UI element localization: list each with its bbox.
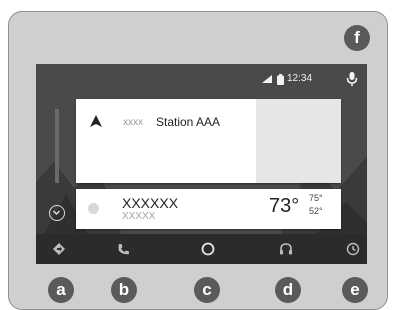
exit-icon bbox=[346, 242, 360, 256]
navigation-card[interactable]: xxxx Station AAA bbox=[76, 99, 341, 183]
callout-b: b bbox=[111, 277, 137, 303]
callout-d: d bbox=[275, 277, 301, 303]
callout-c: c bbox=[194, 277, 220, 303]
navigation-card-panel bbox=[256, 99, 341, 183]
phone-button[interactable] bbox=[113, 239, 133, 259]
clock: 12:34 bbox=[287, 73, 313, 84]
microphone-icon[interactable] bbox=[346, 72, 358, 86]
weather-location: XXXXXX bbox=[122, 195, 179, 211]
side-scroll-indicator bbox=[55, 109, 59, 183]
bottom-navigation-bar bbox=[36, 234, 367, 264]
phone-icon bbox=[118, 244, 129, 255]
weather-low: 52° bbox=[309, 206, 323, 216]
audio-button[interactable] bbox=[276, 239, 296, 259]
status-bar: 12:34 bbox=[36, 64, 367, 92]
callout-e: e bbox=[342, 277, 368, 303]
weather-icon bbox=[88, 203, 99, 214]
callout-a: a bbox=[48, 277, 74, 303]
signal-icon bbox=[262, 75, 272, 83]
collapse-button[interactable] bbox=[49, 205, 65, 221]
navigation-button[interactable] bbox=[49, 239, 69, 259]
navigation-icon bbox=[53, 243, 65, 255]
exit-button[interactable] bbox=[343, 239, 363, 259]
chevron-down-icon bbox=[52, 210, 61, 216]
turn-arrow-icon bbox=[90, 115, 102, 127]
callout-f: f bbox=[344, 25, 370, 51]
headphones-icon bbox=[280, 243, 292, 255]
navigation-destination: Station AAA bbox=[156, 115, 221, 129]
navigation-prefix: xxxx bbox=[123, 117, 143, 128]
weather-card[interactable]: XXXXXX XXXXX 73° 75° 52° bbox=[76, 189, 341, 229]
battery-icon bbox=[277, 74, 284, 85]
home-icon bbox=[201, 242, 215, 256]
weather-high: 75° bbox=[309, 193, 323, 203]
weather-sublabel: XXXXX bbox=[122, 211, 156, 222]
android-auto-screen: 12:34 xxxx Station AAA XXXXXX XXXXX 73° … bbox=[36, 64, 367, 264]
weather-temperature: 73° bbox=[269, 195, 300, 217]
home-button[interactable] bbox=[198, 239, 218, 259]
